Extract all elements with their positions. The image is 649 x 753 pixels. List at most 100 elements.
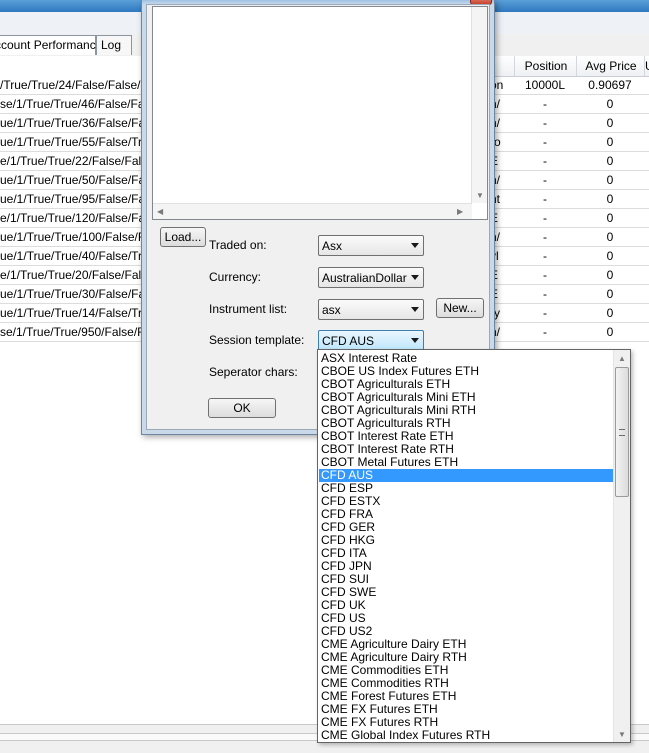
log-row-text: ue/1/True/True/40/False/True/F (0, 249, 144, 263)
cell-position: - (543, 230, 547, 244)
cell-avg-price: 0 (606, 97, 614, 111)
dropdown-option[interactable]: CFD HKG (319, 534, 615, 547)
tab-account-performance[interactable]: ccount Performance (0, 35, 102, 55)
traded-on-select[interactable]: Asx (318, 235, 424, 256)
dropdown-option[interactable]: CME Global Index Futures RTH (319, 729, 615, 742)
dropdown-option[interactable]: CFD GER (319, 521, 615, 534)
cell-position: - (543, 135, 547, 149)
dropdown-option[interactable]: CFD US (319, 612, 615, 625)
dropdown-option[interactable]: CME Commodities RTH (319, 677, 615, 690)
cell-avg-price: 0 (606, 249, 614, 263)
instrument-list-value: asx (322, 303, 341, 317)
dropdown-option[interactable]: CFD ITA (319, 547, 615, 560)
dropdown-option[interactable]: CFD FRA (319, 508, 615, 521)
dropdown-option[interactable]: CBOT Agriculturals Mini RTH (319, 404, 615, 417)
dropdown-option[interactable]: CME Forest Futures ETH (319, 690, 615, 703)
log-row-text: ue/1/True/True/95/False/False (0, 192, 144, 206)
dropdown-option[interactable]: CBOT Agriculturals RTH (319, 417, 615, 430)
chevron-down-icon (411, 338, 419, 343)
log-row-text: ue/1/True/True/100/False/False (0, 230, 144, 244)
log-row-text: e/1/True/True/20/False/False (0, 268, 144, 282)
log-row-text: ue/1/True/True/14/False/True/T (0, 306, 144, 320)
dropdown-option[interactable]: CFD SWE (319, 586, 615, 599)
dropdown-option[interactable]: CME Commodities ETH (319, 664, 615, 677)
session-template-dropdown-list[interactable]: CME Global Index Futures RTH CME FX Futur… (317, 349, 631, 743)
log-row-text: se/1/True/True/950/False/False (0, 325, 144, 339)
currency-label: Currency: (209, 270, 262, 284)
cell-avg-price: 0 (606, 173, 614, 187)
avg-price-column-header[interactable]: Avg Price (576, 56, 645, 76)
tab-log[interactable]: Log (96, 35, 132, 55)
ok-button[interactable]: OK (208, 398, 276, 418)
cell-position: - (543, 173, 547, 187)
scrollbar-thumb[interactable] (615, 367, 629, 497)
dropdown-option[interactable]: CME FX Futures RTH (319, 716, 615, 729)
log-row-text: ue/1/True/True/36/False/False (0, 116, 144, 130)
cell-avg-price: 0 (606, 287, 614, 301)
scroll-left-icon[interactable]: ◀ (157, 207, 163, 217)
log-row-text: ue/1/True/True/55/False/True (0, 135, 144, 149)
session-template-select[interactable]: CFD AUS (318, 330, 424, 351)
scroll-down-icon[interactable]: ▼ (476, 191, 484, 201)
chevron-down-icon (411, 275, 419, 280)
dropdown-option[interactable]: CBOT Agriculturals ETH (319, 378, 615, 391)
dropdown-option[interactable]: ASX Interest Rate (319, 352, 615, 365)
dropdown-option[interactable]: CFD SUI (319, 573, 615, 586)
dropdown-option[interactable]: CFD AUS (319, 469, 615, 482)
cell-position: 10000L (524, 78, 566, 92)
dropdown-option[interactable]: CBOE US Index Futures ETH (319, 365, 615, 378)
scroll-up-icon[interactable]: ▲ (618, 354, 626, 364)
dropdown-option[interactable]: CFD ESTX (319, 495, 615, 508)
more-column-header[interactable]: U (644, 56, 649, 76)
position-column-header[interactable]: Position (514, 56, 577, 76)
instrument-list-label: Instrument list: (209, 302, 288, 316)
cell-position: - (543, 97, 547, 111)
scroll-down-icon[interactable]: ▼ (618, 730, 626, 740)
cell-avg-price: 0 (606, 135, 614, 149)
scroll-right-icon[interactable]: ▶ (457, 207, 463, 217)
currency-select[interactable]: AustralianDollar (318, 267, 424, 288)
session-template-label: Session template: (209, 333, 305, 347)
currency-value: AustralianDollar (322, 271, 407, 285)
new-button[interactable]: New... (436, 298, 484, 318)
dropdown-vertical-scrollbar[interactable]: ▲ ▼ (613, 350, 630, 742)
chevron-down-icon (411, 243, 419, 248)
traded-on-value: Asx (322, 239, 343, 253)
instrument-list-select[interactable]: asx (318, 299, 424, 320)
cell-position: - (543, 306, 547, 320)
preview-vertical-scrollbar[interactable]: ▼ (471, 7, 487, 203)
cell-position: - (543, 154, 547, 168)
dropdown-option[interactable]: CBOT Interest Rate RTH (319, 443, 615, 456)
log-row-text: /True/True/24/False/False/Fa (0, 78, 144, 92)
cell-avg-price: 0 (606, 268, 614, 282)
log-row-text: ue/1/True/True/30/False/False (0, 287, 144, 301)
cell-avg-price: 0 (606, 211, 614, 225)
dropdown-option[interactable]: CME Agriculture Dairy RTH (319, 651, 615, 664)
cell-position: - (543, 325, 547, 339)
preview-horizontal-scrollbar[interactable]: ◀ ▶ (153, 203, 472, 219)
log-row-text: se/1/True/True/46/False/False (0, 97, 144, 111)
cell-avg-price: 0 (606, 192, 614, 206)
dropdown-option[interactable]: CBOT Agriculturals Mini ETH (319, 391, 615, 404)
dropdown-option[interactable]: CFD JPN (319, 560, 615, 573)
cell-position: - (543, 116, 547, 130)
chevron-down-icon (411, 307, 419, 312)
cell-avg-price: 0 (606, 116, 614, 130)
load-button[interactable]: Load... (160, 227, 206, 247)
dropdown-option[interactable]: CME Agriculture Dairy ETH (319, 638, 615, 651)
dropdown-option[interactable]: CME FX Futures ETH (319, 703, 615, 716)
dropdown-option[interactable]: CFD ESP (319, 482, 615, 495)
cell-position: - (543, 287, 547, 301)
cell-position: - (543, 249, 547, 263)
cell-avg-price: 0.90697 (588, 78, 632, 92)
dropdown-option[interactable]: CFD US2 (319, 625, 615, 638)
dropdown-option[interactable]: CBOT Metal Futures ETH (319, 456, 615, 469)
dropdown-option[interactable]: CFD UK (319, 599, 615, 612)
cell-position: - (543, 192, 547, 206)
dropdown-option[interactable]: CBOT Interest Rate ETH (319, 430, 615, 443)
session-template-value: CFD AUS (322, 334, 375, 348)
positions-header: Position Avg Price U (486, 56, 649, 77)
preview-text-area[interactable]: ▼ ◀ ▶ (152, 6, 488, 220)
log-row-text: e/1/True/True/22/False/False (0, 154, 144, 168)
cell-avg-price: 0 (606, 154, 614, 168)
